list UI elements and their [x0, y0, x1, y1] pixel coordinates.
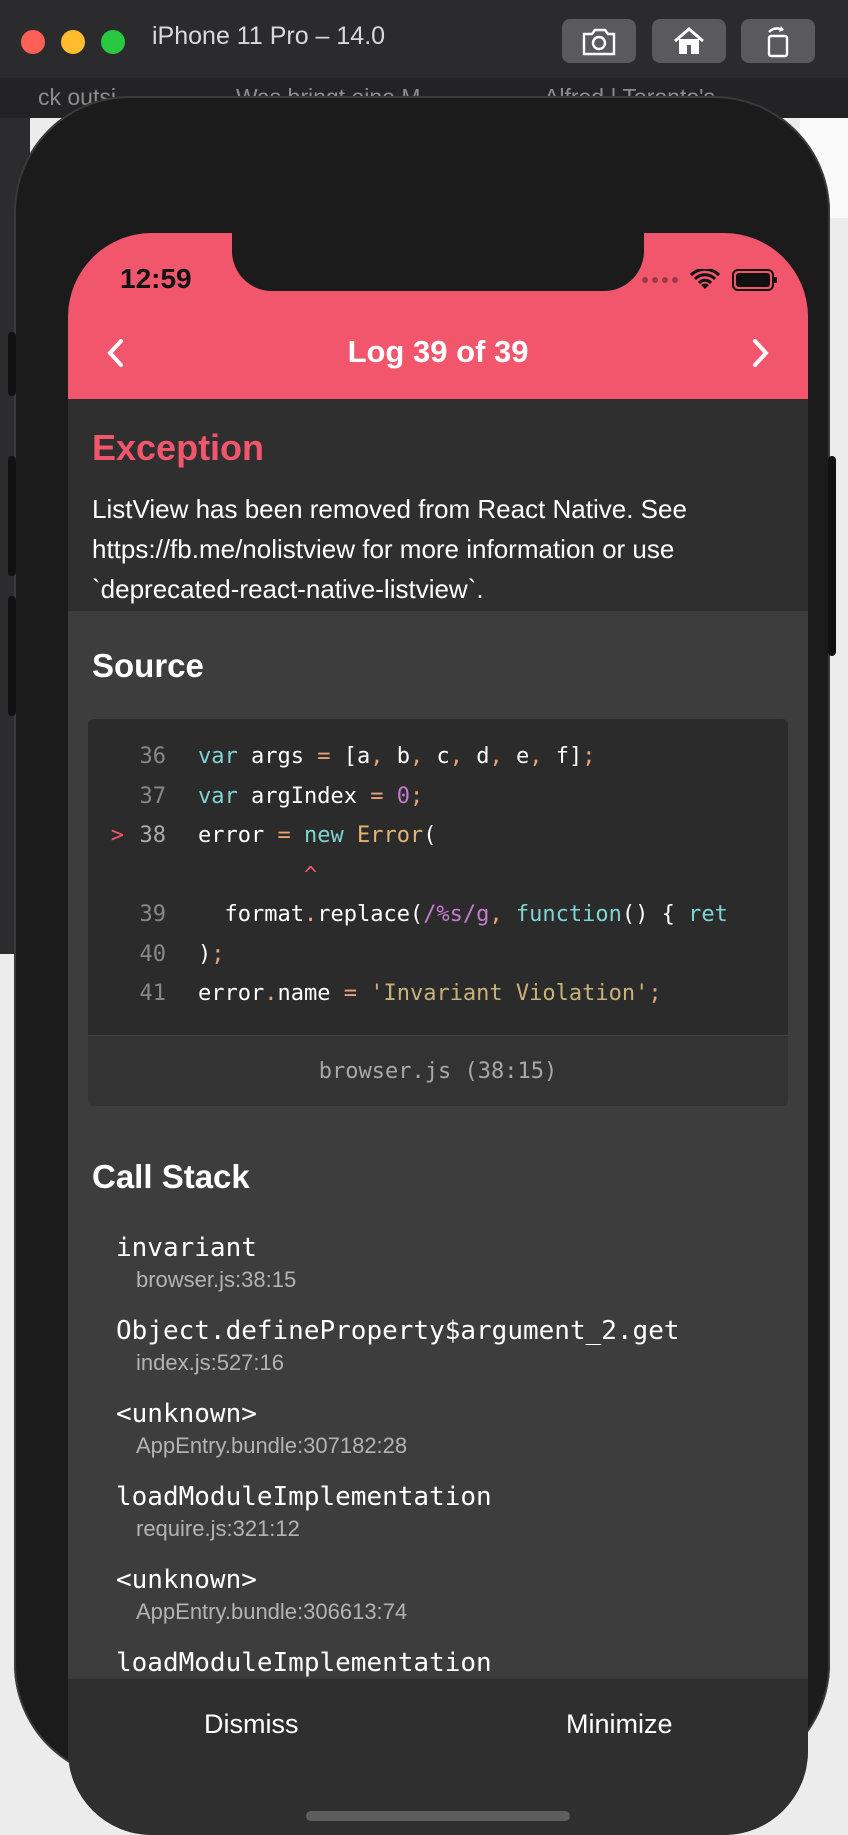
exception-panel: Exception ListView has been removed from…: [68, 399, 808, 611]
stack-frame-function: <unknown>: [116, 1565, 257, 1595]
source-code-frame[interactable]: 36 var args = [a, b, c, d, e, f]; 37 var a…: [88, 719, 788, 1106]
next-log-button[interactable]: [740, 333, 780, 373]
code-line: 37 var argIndex = 0;: [88, 777, 788, 817]
stack-frame-location: AppEntry.bundle:307182:28: [136, 1433, 408, 1458]
line-number: 40: [139, 941, 167, 967]
iphone-frame: 12:59 Log 39 of 39 Exception ListView ha…: [8, 96, 836, 1835]
code-caret-line: ^: [198, 862, 318, 888]
line-number: 39: [139, 902, 167, 927]
battery-icon: [732, 269, 777, 291]
stack-frame[interactable]: loadModuleImplementation: [116, 1648, 492, 1678]
exception-message: ListView has been removed from React Nat…: [92, 494, 687, 604]
stack-frame[interactable]: <unknown> AppEntry.bundle:306613:74: [116, 1565, 407, 1625]
volume-down-button: [8, 596, 16, 716]
rotate-button[interactable]: [741, 19, 815, 63]
cellular-signal-icon: [642, 277, 678, 283]
screenshot-button[interactable]: [562, 19, 636, 63]
stack-frame[interactable]: loadModuleImplementation require.js:321:…: [116, 1482, 492, 1542]
exception-title: Exception: [92, 427, 265, 468]
rotate-icon: [767, 26, 789, 58]
stack-frame-location: require.js:321:12: [136, 1516, 300, 1541]
status-icons: [642, 269, 778, 291]
stack-frame-location: browser.js:38:15: [136, 1267, 297, 1292]
window-title: iPhone 11 Pro – 14.0: [152, 22, 386, 50]
code-line: 41 error.name = 'Invariant Violation';: [88, 974, 788, 1014]
power-button: [828, 456, 836, 656]
stack-frame[interactable]: Object.defineProperty$argument_2.get ind…: [116, 1316, 680, 1376]
volume-up-button: [8, 456, 16, 576]
source-file-location[interactable]: browser.js (38:15): [88, 1035, 788, 1106]
stack-frame-location: AppEntry.bundle:306613:74: [136, 1599, 408, 1624]
window-minimize-button[interactable]: [61, 30, 85, 54]
line-number: 36: [139, 744, 167, 769]
status-time: 12:59: [120, 263, 192, 294]
minimize-button[interactable]: Minimize: [566, 1709, 673, 1740]
error-header: 12:59 Log 39 of 39: [68, 233, 808, 399]
wifi-icon: [690, 269, 720, 289]
code-line-current: >38 error = new Error(: [88, 816, 788, 856]
line-number: 41: [139, 981, 167, 1006]
code-lines: 36 var args = [a, b, c, d, e, f]; 37 var a…: [88, 737, 788, 1014]
source-heading: Source: [92, 647, 204, 684]
stack-frame-location: index.js:527:16: [136, 1350, 284, 1375]
stack-frame-function: <unknown>: [116, 1399, 257, 1429]
call-stack-heading: Call Stack: [92, 1158, 250, 1195]
stack-frame-function: loadModuleImplementation: [116, 1482, 492, 1512]
home-icon: [674, 27, 704, 54]
mute-switch: [8, 332, 16, 396]
stack-frame[interactable]: invariant browser.js:38:15: [116, 1233, 296, 1293]
code-line: 39 format.replace(/%s/g, function() { re…: [88, 895, 788, 935]
log-counter-title: Log 39 of 39: [347, 334, 529, 369]
dismiss-button[interactable]: Dismiss: [204, 1709, 299, 1740]
stack-frame-function: loadModuleImplementation: [116, 1648, 492, 1678]
stack-frame-function: Object.defineProperty$argument_2.get: [116, 1316, 680, 1346]
error-marker: >: [110, 823, 124, 848]
stack-frame-function: invariant: [116, 1233, 257, 1263]
chevron-right-icon: [753, 339, 769, 367]
simulator-titlebar: iPhone 11 Pro – 14.0: [0, 0, 848, 79]
window-close-button[interactable]: [21, 30, 45, 54]
home-indicator[interactable]: [306, 1811, 570, 1821]
phone-screen: 12:59 Log 39 of 39 Exception ListView ha…: [68, 233, 808, 1835]
home-button[interactable]: [652, 19, 726, 63]
line-number: 37: [139, 783, 167, 809]
code-line: 36 var args = [a, b, c, d, e, f];: [88, 737, 788, 777]
camera-icon: [582, 28, 616, 56]
code-line: 40);: [88, 935, 788, 975]
notch: [232, 233, 644, 291]
window-maximize-button[interactable]: [101, 30, 125, 54]
bottom-action-bar: Dismiss Minimize: [68, 1678, 808, 1835]
stack-frame[interactable]: <unknown> AppEntry.bundle:307182:28: [116, 1399, 407, 1459]
line-number: 38: [139, 823, 167, 848]
